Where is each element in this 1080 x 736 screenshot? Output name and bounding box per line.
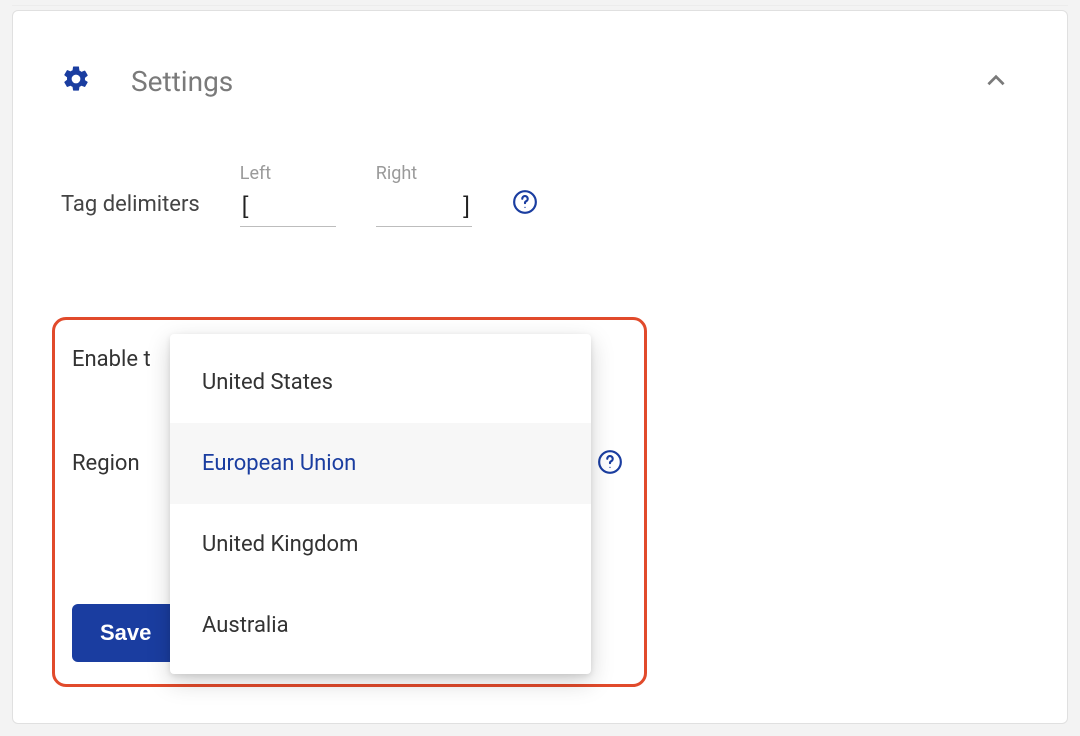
- region-option-us[interactable]: United States: [170, 342, 591, 423]
- right-delim-hint: Right: [376, 163, 472, 184]
- settings-header: Settings: [61, 59, 1019, 103]
- save-button[interactable]: Save: [72, 604, 179, 662]
- left-delimiter-field: Left: [240, 163, 336, 227]
- right-delim-input[interactable]: [376, 188, 472, 227]
- delimiters-help[interactable]: [512, 189, 540, 217]
- collapse-toggle[interactable]: [973, 58, 1019, 104]
- region-help[interactable]: [597, 449, 625, 477]
- chevron-up-icon: [983, 68, 1009, 94]
- help-icon: [597, 449, 623, 475]
- tag-delimiters-label: Tag delimiters: [61, 192, 200, 227]
- region-option-eu[interactable]: European Union: [170, 423, 591, 504]
- left-delim-hint: Left: [240, 163, 336, 184]
- settings-card: Settings Tag delimiters Left Right Enabl…: [12, 10, 1068, 724]
- region-label: Region: [72, 451, 140, 476]
- gear-icon: [61, 64, 91, 98]
- region-option-uk[interactable]: United Kingdom: [170, 504, 591, 585]
- help-icon: [512, 189, 538, 215]
- enable-label: Enable t: [72, 347, 151, 372]
- left-delim-input[interactable]: [240, 188, 336, 227]
- tag-delimiters-row: Tag delimiters Left Right: [61, 163, 1019, 227]
- settings-title: Settings: [131, 65, 233, 98]
- region-dropdown[interactable]: United States European Union United King…: [170, 334, 591, 674]
- right-delimiter-field: Right: [376, 163, 472, 227]
- region-option-au[interactable]: Australia: [170, 585, 591, 666]
